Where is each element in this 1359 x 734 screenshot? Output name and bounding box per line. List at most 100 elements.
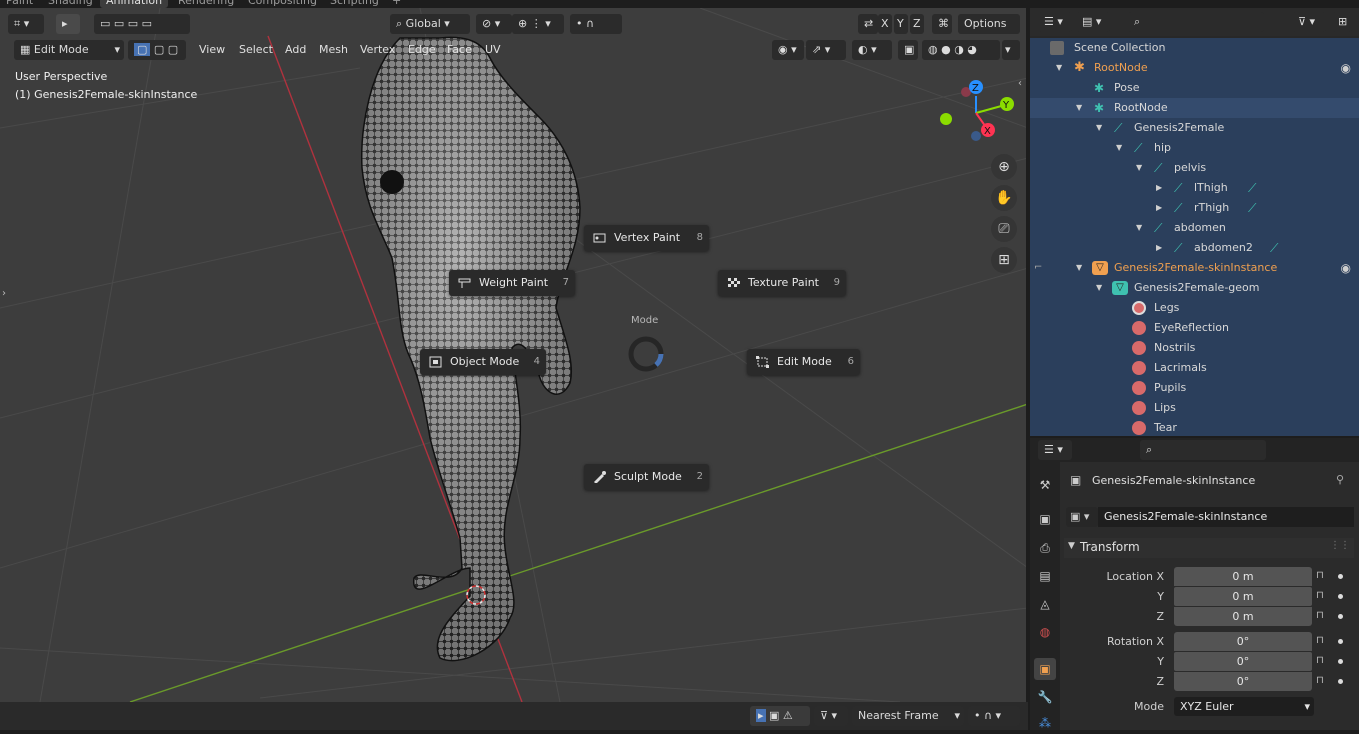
tab-paint[interactable]: Paint <box>0 0 39 8</box>
tab-compositing[interactable]: Compositing <box>242 0 323 8</box>
mirror-icon[interactable]: ⇄ <box>858 14 878 34</box>
drag-handle-icon[interactable]: ⋮⋮ <box>1330 540 1350 551</box>
properties-search-input[interactable]: ⌕ <box>1140 440 1266 460</box>
outliner-row-pelvis[interactable]: ▼ ⟋ pelvis <box>1030 158 1359 178</box>
output-tab-icon[interactable]: ⎙ <box>1034 537 1056 559</box>
outliner-row-lthigh[interactable]: ▶ ⟋ lThigh ⟋ <box>1030 178 1359 198</box>
outliner-row-rthigh[interactable]: ▶ ⟋ rThigh ⟋ <box>1030 198 1359 218</box>
pie-item-weight-paint[interactable]: Weight Paint 7 <box>449 270 575 296</box>
menu-uv[interactable]: UV <box>485 40 501 60</box>
outliner-row-rootnode-data[interactable]: ▼ ✱ RootNode <box>1030 98 1359 118</box>
menu-face[interactable]: Face <box>447 40 472 60</box>
tab-add[interactable]: + <box>386 0 407 8</box>
outliner-row-genesis2female[interactable]: ▼ ⟋ Genesis2Female <box>1030 118 1359 138</box>
pie-item-sculpt-mode[interactable]: Sculpt Mode 2 <box>584 464 709 490</box>
collapse-icon[interactable]: ▼ <box>1096 118 1102 138</box>
keyframe-dot-icon[interactable] <box>1338 574 1343 579</box>
pie-item-vertex-paint[interactable]: Vertex Paint 8 <box>584 225 709 251</box>
3d-viewport[interactable]: Z Y X ⌗ ▾ ▸ ▭ ▭ ▭ ▭ ⌕ Global ▾ ⊘ ▾ ⊕ ⋮ ▾… <box>0 8 1028 702</box>
toolbar-expand-icon[interactable]: › <box>2 288 6 299</box>
mirror-z-toggle[interactable]: Z <box>910 14 924 34</box>
object-name-field[interactable]: Genesis2Female-skinInstance <box>1098 507 1354 527</box>
menu-mesh[interactable]: Mesh <box>319 40 348 60</box>
outliner-row-hip[interactable]: ▼ ⟋ hip <box>1030 138 1359 158</box>
tab-animation[interactable]: Animation <box>100 0 169 8</box>
outliner-row-skin-instance[interactable]: ⌐ ▼ ▽ Genesis2Female-skinInstance ◉ <box>1030 258 1359 278</box>
outliner-filter-icon[interactable]: ⊽ ▾ <box>1292 12 1326 32</box>
overlays-toggle-icon[interactable]: ◐ ▾ <box>852 40 892 60</box>
outliner-row-rootnode[interactable]: ▼ ✱ RootNode ◉ <box>1030 58 1359 78</box>
lock-icon[interactable]: ⊓ <box>1316 610 1328 622</box>
menu-vertex[interactable]: Vertex <box>360 40 395 60</box>
collapse-icon[interactable]: ▼ <box>1116 138 1122 158</box>
topology-mirror-icon[interactable]: ⌘ <box>932 14 952 34</box>
keyframe-dot-icon[interactable] <box>1338 639 1343 644</box>
collapse-icon[interactable]: ▼ <box>1136 218 1142 238</box>
object-browse-dropdown[interactable]: ▣ ▾ <box>1066 507 1098 527</box>
display-mode-button[interactable]: ▤ ▾ <box>1076 12 1110 32</box>
expand-icon[interactable]: ▶ <box>1156 198 1162 218</box>
xray-toggle-icon[interactable]: ▣ <box>898 40 918 60</box>
pin-icon[interactable]: ⚲ <box>1336 473 1344 486</box>
new-collection-icon[interactable]: ⊞ <box>1332 12 1352 32</box>
lock-icon[interactable]: ⊓ <box>1316 675 1328 687</box>
scene-tab-icon[interactable]: ◬ <box>1034 593 1056 615</box>
keyframe-select-buttons[interactable]: ▸ ▣ ⚠ <box>750 706 810 726</box>
filter-icon[interactable]: ⊽ ▾ <box>814 706 848 726</box>
menu-select[interactable]: Select <box>239 40 273 60</box>
lock-icon[interactable]: ⊓ <box>1316 590 1328 602</box>
location-z-field[interactable]: 0 m <box>1174 607 1312 626</box>
visibility-eye-icon[interactable]: ◉ ▾ <box>772 40 804 60</box>
modifier-tab-icon[interactable]: 🔧 <box>1034 686 1056 708</box>
outliner-row-material[interactable]: EyeReflection <box>1030 318 1359 338</box>
location-x-field[interactable]: 0 m <box>1174 567 1312 586</box>
tab-rendering[interactable]: Rendering <box>172 0 240 8</box>
tab-shading[interactable]: Shading <box>42 0 99 8</box>
transform-orientation-dropdown[interactable]: ⌕ Global ▾ <box>390 14 470 34</box>
transform-panel-header[interactable]: ▼ Transform ⋮⋮ <box>1064 538 1354 558</box>
collapse-icon[interactable]: ▼ <box>1076 98 1082 118</box>
outliner-row-material[interactable]: Nostrils <box>1030 338 1359 358</box>
mirror-x-toggle[interactable]: X <box>878 14 892 34</box>
keyframe-dot-icon[interactable] <box>1338 679 1343 684</box>
keyframe-dot-icon[interactable] <box>1338 594 1343 599</box>
menu-view[interactable]: View <box>199 40 225 60</box>
rotation-mode-dropdown[interactable]: XYZ Euler ▾ <box>1174 697 1314 716</box>
outliner-row-pose[interactable]: ✱ Pose <box>1030 78 1359 98</box>
visibility-eye-icon[interactable]: ◉ <box>1341 58 1351 78</box>
editor-type-button[interactable]: ⌗ ▾ <box>8 14 44 34</box>
lock-icon[interactable]: ⊓ <box>1316 655 1328 667</box>
mirror-y-toggle[interactable]: Y <box>894 14 908 34</box>
location-y-field[interactable]: 0 m <box>1174 587 1312 606</box>
select-mode-buttons[interactable]: ▢ ▢ ▢ <box>128 40 186 60</box>
keyframe-dot-icon[interactable] <box>1338 614 1343 619</box>
lock-icon[interactable]: ⊓ <box>1316 635 1328 647</box>
perspective-grid-icon[interactable]: ⊞ <box>991 247 1017 273</box>
lock-icon[interactable]: ⊓ <box>1316 570 1328 582</box>
pie-item-object-mode[interactable]: Object Mode 4 <box>420 349 546 375</box>
outliner-row-material[interactable]: Pupils <box>1030 378 1359 398</box>
select-tool-button[interactable]: ▸ <box>56 14 80 34</box>
menu-add[interactable]: Add <box>285 40 306 60</box>
tool-tab-icon[interactable]: ⚒ <box>1034 474 1056 496</box>
shading-mode-buttons[interactable]: ◍ ● ◑ ◕ <box>922 40 1000 60</box>
rotation-z-field[interactable]: 0° <box>1174 672 1312 691</box>
collapse-icon[interactable]: ▼ <box>1096 278 1102 298</box>
rotation-x-field[interactable]: 0° <box>1174 632 1312 651</box>
options-dropdown[interactable]: Options ▾ <box>958 14 1020 50</box>
tab-scripting[interactable]: Scripting <box>324 0 385 8</box>
proportional-edit-toggle[interactable]: • ∩ <box>570 14 622 34</box>
snap-mode-dropdown[interactable]: Nearest Frame ▾ <box>852 706 964 726</box>
properties-editor-type-button[interactable]: ☰ ▾ <box>1038 440 1072 460</box>
rotation-y-field[interactable]: 0° <box>1174 652 1312 671</box>
outliner-row-abdomen2[interactable]: ▶ ⟋ abdomen2 ⟋ <box>1030 238 1359 258</box>
collapse-icon[interactable]: ▼ <box>1136 158 1142 178</box>
view-layer-tab-icon[interactable]: ▤ <box>1034 565 1056 587</box>
expand-icon[interactable]: ▶ <box>1156 178 1162 198</box>
shading-dropdown-icon[interactable]: ▾ <box>1002 40 1020 60</box>
snap-toggle[interactable]: ⊕ ⋮ ▾ <box>512 14 564 34</box>
outliner-search-input[interactable]: ⌕ <box>1128 12 1264 32</box>
outliner-row-material[interactable]: Lacrimals <box>1030 358 1359 378</box>
collapse-icon[interactable]: ▼ <box>1076 258 1082 278</box>
menu-edge[interactable]: Edge <box>408 40 436 60</box>
